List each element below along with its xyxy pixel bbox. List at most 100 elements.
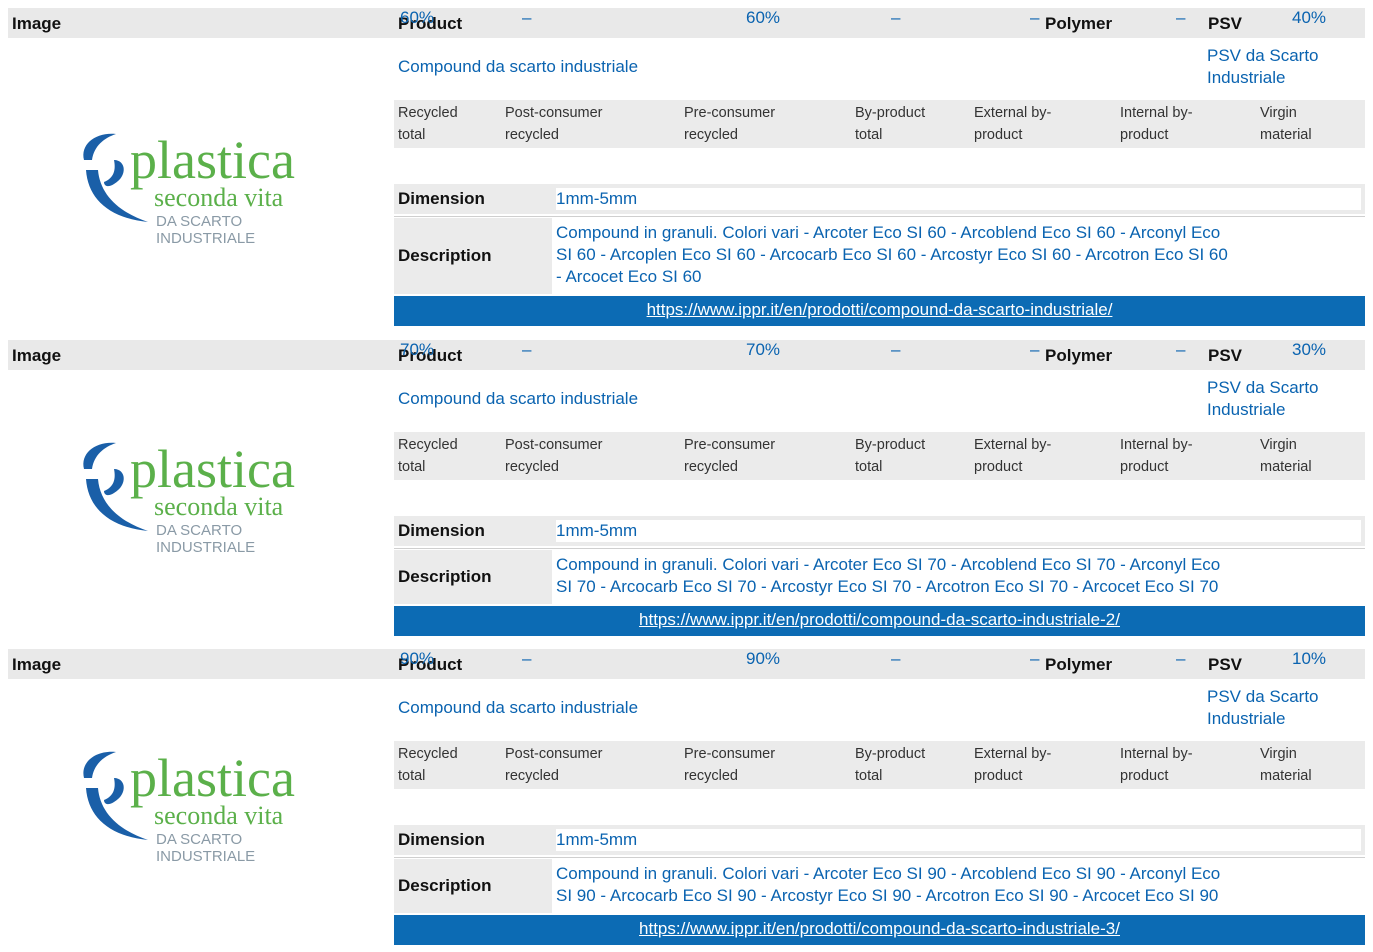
- stat-value-2: 70%: [746, 340, 781, 359]
- product-url-link[interactable]: https://www.ippr.it/en/prodotti/compound…: [639, 919, 1120, 938]
- table-header: Image Product Polymer PSV: [8, 340, 1365, 370]
- stat-value-4: –: [1030, 8, 1040, 27]
- svg-text:INDUSTRIALE: INDUSTRIALE: [156, 848, 255, 864]
- product-url-link[interactable]: https://www.ippr.it/en/prodotti/compound…: [647, 300, 1113, 319]
- stat-header-2: Pre-consumer recycled: [684, 437, 776, 475]
- stat-header-5: Internal by-product: [1120, 437, 1193, 475]
- svg-text:DA SCARTO: DA SCARTO: [156, 213, 242, 230]
- stat-header-5: Internal by-product: [1120, 105, 1193, 143]
- stat-header-5: Internal by-product: [1120, 746, 1193, 784]
- stat-value-3: –: [891, 340, 901, 359]
- logo-word-plastica: plastica: [130, 748, 295, 808]
- stat-value-4: –: [1030, 649, 1040, 668]
- stat-header-2: Pre-consumer recycled: [684, 105, 776, 143]
- svg-text:seconda vita: seconda vita: [154, 492, 284, 521]
- logo-word-plastica: plastica: [130, 130, 295, 190]
- stat-value-2: 90%: [746, 649, 781, 668]
- stat-header-4: External by-product: [974, 437, 1052, 475]
- description-row: Description: [394, 550, 552, 604]
- description-label: Description: [398, 567, 492, 586]
- stat-header-6: Virgin material: [1260, 105, 1312, 143]
- psv-link[interactable]: PSV da Scarto Industriale: [1207, 377, 1319, 421]
- stat-value-6: 40%: [1292, 8, 1327, 27]
- stat-header-6: Virgin material: [1260, 746, 1312, 784]
- stat-header-3: By-product total: [855, 746, 926, 784]
- product-name-link[interactable]: Compound da scarto industriale: [398, 57, 638, 77]
- stat-value-5: –: [1176, 649, 1186, 668]
- logo-word-plastica: plastica: [130, 439, 295, 499]
- product-url-link[interactable]: https://www.ippr.it/en/prodotti/compound…: [639, 610, 1120, 629]
- description-value: Compound in granuli. Colori vari - Arcot…: [556, 554, 1361, 598]
- stat-value-5: –: [1176, 8, 1186, 27]
- description-line: SI 70 - Arcocarb Eco SI 70 - Arcostyr Ec…: [556, 577, 1219, 596]
- dimension-value: 1mm-5mm: [556, 520, 1361, 542]
- description-line: Compound in granuli. Colori vari - Arcot…: [556, 223, 1221, 242]
- product-url-bar: https://www.ippr.it/en/prodotti/compound…: [394, 606, 1365, 636]
- product-url-bar: https://www.ippr.it/en/prodotti/compound…: [394, 915, 1365, 945]
- product-image-logo: plastica seconda vita DA SCARTO INDUSTRI…: [78, 744, 338, 865]
- psv-link[interactable]: PSV da Scarto Industriale: [1207, 45, 1319, 89]
- stat-value-6: 30%: [1292, 340, 1327, 359]
- stat-value-6: 10%: [1292, 649, 1327, 668]
- psv-line: Industriale: [1207, 709, 1286, 728]
- product-name-link[interactable]: Compound da scarto industriale: [398, 698, 638, 718]
- product-image-logo: plastica seconda vita DA SCARTO INDUSTRI…: [78, 126, 338, 247]
- stat-header-4: External by-product: [974, 746, 1052, 784]
- row-divider: [394, 216, 1365, 217]
- stat-header-0: Recycled total: [398, 105, 458, 143]
- svg-text:INDUSTRIALE: INDUSTRIALE: [156, 539, 255, 555]
- stat-header-6: Virgin material: [1260, 437, 1312, 475]
- description-value: Compound in granuli. Colori vari - Arcot…: [556, 863, 1361, 907]
- stat-value-1: –: [522, 8, 532, 27]
- header-polymer: Polymer: [1045, 346, 1113, 365]
- description-label: Description: [398, 876, 492, 895]
- description-label: Description: [398, 246, 492, 265]
- product-name-link[interactable]: Compound da scarto industriale: [398, 389, 638, 409]
- stat-value-5: –: [1176, 340, 1186, 359]
- stats-header: Recycled total Post-consumer recycled Pre-co…: [394, 100, 1365, 148]
- description-line: Compound in granuli. Colori vari - Arcot…: [556, 864, 1221, 883]
- header-polymer: Polymer: [1045, 14, 1113, 33]
- psv-line: PSV da Scarto: [1207, 46, 1319, 65]
- description-line: SI 60 - Arcoplen Eco SI 60 - Arcocarb Ec…: [556, 245, 1228, 264]
- product-card: Image Product Polymer PSV plastica seconda …: [8, 8, 1365, 338]
- header-image: Image: [12, 346, 62, 365]
- table-header: Image Product Polymer PSV: [8, 8, 1365, 38]
- dimension-label: Dimension: [398, 521, 485, 540]
- description-row: Description: [394, 859, 552, 913]
- header-image: Image: [12, 655, 62, 674]
- dimension-label: Dimension: [398, 189, 485, 208]
- svg-text:DA SCARTO: DA SCARTO: [156, 522, 242, 539]
- psv-link[interactable]: PSV da Scarto Industriale: [1207, 686, 1319, 730]
- stat-value-3: –: [891, 649, 901, 668]
- dimension-value: 1mm-5mm: [556, 188, 1361, 210]
- stat-header-1: Post-consumer recycled: [505, 437, 603, 475]
- stat-header-0: Recycled total: [398, 437, 458, 475]
- stat-value-1: –: [522, 649, 532, 668]
- row-divider: [394, 548, 1365, 549]
- stat-value-4: –: [1030, 340, 1040, 359]
- description-line: - Arcocet Eco SI 60: [556, 267, 702, 286]
- description-row: Description: [394, 218, 552, 294]
- product-card: Image Product Polymer PSV plastica seconda …: [8, 649, 1365, 952]
- plastica-logo-icon: plastica seconda vita DA SCARTO INDUSTRI…: [83, 130, 295, 247]
- header-psv: PSV: [1208, 655, 1243, 674]
- psv-line: Industriale: [1207, 400, 1286, 419]
- product-url-bar: https://www.ippr.it/en/prodotti/compound…: [394, 296, 1365, 326]
- header-psv: PSV: [1208, 14, 1243, 33]
- dimension-label: Dimension: [398, 830, 485, 849]
- dimension-value: 1mm-5mm: [556, 829, 1361, 851]
- stat-value-0: 70%: [400, 340, 435, 359]
- row-divider: [394, 857, 1365, 858]
- description-line: Compound in granuli. Colori vari - Arcot…: [556, 555, 1221, 574]
- stat-header-1: Post-consumer recycled: [505, 746, 603, 784]
- svg-text:seconda vita: seconda vita: [154, 801, 284, 830]
- stats-header: Recycled total Post-consumer recycled Pre-co…: [394, 741, 1365, 789]
- plastica-logo-icon: plastica seconda vita DA SCARTO INDUSTRI…: [83, 439, 295, 556]
- stat-value-1: –: [522, 340, 532, 359]
- stat-value-2: 60%: [746, 8, 781, 27]
- table-header: Image Product Polymer PSV: [8, 649, 1365, 679]
- header-polymer: Polymer: [1045, 655, 1113, 674]
- svg-text:INDUSTRIALE: INDUSTRIALE: [156, 230, 255, 246]
- stat-header-3: By-product total: [855, 105, 926, 143]
